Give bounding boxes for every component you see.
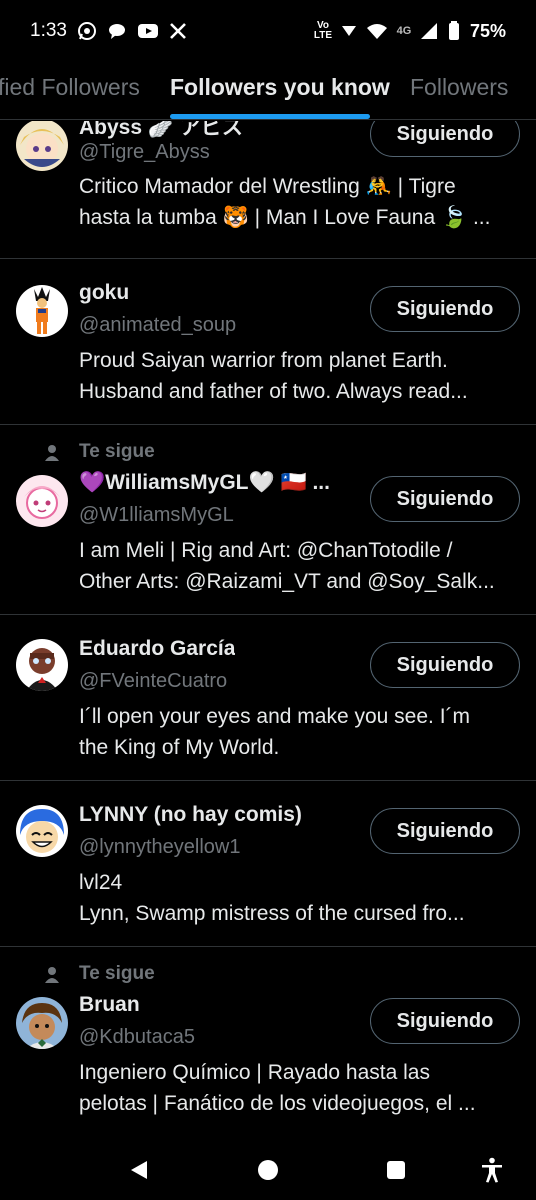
accessibility-icon[interactable] [475,1153,509,1187]
user-display-name[interactable]: LYNNY (no hay comis) [79,803,302,827]
avatar[interactable] [16,805,68,857]
following-button[interactable]: Siguiendo [370,808,520,854]
followers-list: Abyss 🪽 アビス @Tigre_Abyss Siguiendo Criti… [0,121,536,1137]
list-item[interactable]: Te sigue Bruan @Kdbutaca5 Siguiendo Inge… [0,947,536,1137]
user-handle[interactable]: @W1lliamsMyGL [79,504,234,527]
user-handle[interactable]: @lynnytheyellow1 [79,836,241,859]
follows-you-text: Te sigue [79,963,155,984]
bio-line: Other Arts: @Raizami_VT and @Soy_Salk... [79,570,495,593]
bio-line: Ingeniero Químico | Rayado hasta las [79,1061,430,1084]
bio-line: lvl24 [79,871,123,894]
avatar[interactable] [16,121,68,171]
battery-icon [446,21,462,41]
user-bio: Proud Saiyan warrior from planet Earth. … [79,345,519,407]
follows-you-label: Te sigue [44,441,155,463]
list-item[interactable]: Te sigue 💜WilliamsMyGL🤍 🇨🇱 ... @W1lliams… [0,425,536,615]
user-display-name[interactable]: Eduardo García [79,637,235,661]
home-icon[interactable] [251,1153,285,1187]
user-bio: I´ll open your eyes and make you see. I´… [79,701,519,763]
bio-line: Proud Saiyan warrior from planet Earth. [79,349,448,372]
list-item[interactable]: Eduardo García @FVeinteCuatro Siguiendo … [0,615,536,781]
bio-line: Critico Mamador del Wrestling 🤼 | Tigre [79,175,456,198]
status-left: 1:33 [30,20,187,42]
tab-followers[interactable]: Followers [410,74,508,101]
user-display-name[interactable]: goku [79,281,129,305]
whatsapp-icon [77,21,97,41]
x-logo-icon [169,21,187,41]
bio-line: Husband and father of two. Always read..… [79,380,468,403]
user-bio: Critico Mamador del Wrestling 🤼 | Tigre … [79,171,519,233]
user-handle[interactable]: @FVeinteCuatro [79,670,227,693]
bio-line: the King of My World. [79,736,280,759]
list-item[interactable]: Abyss 🪽 アビス @Tigre_Abyss Siguiendo Criti… [0,121,536,259]
youtube-icon [137,21,159,41]
user-bio: Ingeniero Químico | Rayado hasta las pel… [79,1057,519,1119]
system-nav-bar [0,1137,536,1200]
bio-line: I´ll open your eyes and make you see. I´… [79,705,471,728]
battery-percent: 75% [469,20,506,41]
user-bio: lvl24 Lynn, Swamp mistress of the cursed… [79,867,519,929]
avatar[interactable] [16,997,68,1049]
bio-line: Lynn, Swamp mistress of the cursed fro..… [79,902,465,925]
status-bar: 1:33 Vo LTE 4G 75% [0,0,536,62]
user-bio: I am Meli | Rig and Art: @ChanTotodile /… [79,535,519,597]
person-icon [45,445,59,461]
bio-line: pelotas | Fanático de los videojuegos, e… [79,1092,476,1115]
list-item[interactable]: goku @animated_soup Siguiendo Proud Saiy… [0,259,536,425]
person-icon [45,967,59,983]
following-button[interactable]: Siguiendo [370,476,520,522]
follows-you-label: Te sigue [44,963,155,985]
active-tab-indicator [170,114,370,119]
tab-bar: fied Followers Followers you know Follow… [0,62,536,120]
volte-icon: Vo LTE [313,20,333,41]
network-type-label: 4G [396,25,412,37]
user-handle[interactable]: @Kdbutaca5 [79,1026,195,1049]
user-handle[interactable]: @Tigre_Abyss [79,141,210,164]
avatar[interactable] [16,475,68,527]
signal-icon [420,21,438,41]
following-button[interactable]: Siguiendo [370,998,520,1044]
list-item[interactable]: LYNNY (no hay comis) @lynnytheyellow1 Si… [0,781,536,947]
user-display-name[interactable]: Abyss 🪽 アビス [79,121,243,141]
following-button[interactable]: Siguiendo [370,642,520,688]
recents-icon[interactable] [379,1153,413,1187]
vibrate-icon [340,21,358,41]
back-icon[interactable] [122,1153,156,1187]
user-display-name[interactable]: 💜WilliamsMyGL🤍 🇨🇱 ... [79,471,330,495]
avatar[interactable] [16,639,68,691]
bio-line: I am Meli | Rig and Art: @ChanTotodile / [79,539,453,562]
tab-verified-followers[interactable]: fied Followers [0,74,140,101]
following-button[interactable]: Siguiendo [370,121,520,157]
chat-icon [107,21,127,41]
user-display-name[interactable]: Bruan [79,993,140,1017]
wifi-icon [366,21,388,41]
avatar[interactable] [16,285,68,337]
bio-line: hasta la tumba 🐯 | Man I Love Fauna 🍃 ..… [79,206,491,229]
following-button[interactable]: Siguiendo [370,286,520,332]
status-right: Vo LTE 4G 75% [314,21,506,42]
status-time: 1:33 [30,20,67,41]
user-handle[interactable]: @animated_soup [79,314,236,337]
follows-you-text: Te sigue [79,441,155,462]
tab-followers-you-know[interactable]: Followers you know [170,74,390,101]
